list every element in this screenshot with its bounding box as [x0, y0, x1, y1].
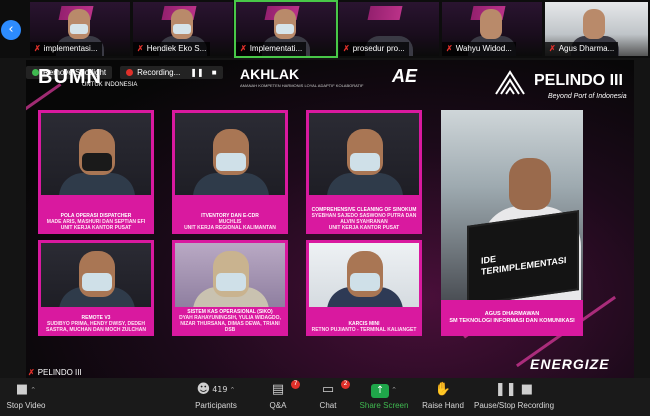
featured-innovator-photo: IDE TERIMPLEMENTASI: [441, 110, 583, 300]
participant-thumbnail[interactable]: ✗ prosedur pro...: [339, 2, 439, 56]
share-screen-icon: ↑: [371, 384, 390, 398]
raise-hand-button[interactable]: ✋ Raise Hand: [420, 382, 466, 410]
participant-name: ✗ Hendiek Eko S...: [133, 42, 211, 56]
featured-caption: AGUS DHARMAWAN SM TEKNOLOGI INFORMASI DA…: [441, 300, 583, 336]
idea-board: IDE TERIMPLEMENTASI: [467, 210, 579, 300]
participants-button[interactable]: ☻ 419 ⌃ Participants: [188, 382, 244, 410]
bumn-tagline: UNTUK INDONESIA: [82, 82, 138, 88]
participant-thumbnail[interactable]: ✗ implementasi...: [30, 2, 130, 56]
innovation-card: KARCIS MINI RETNO PUJIANTO - TERMINAL KA…: [306, 240, 422, 336]
innovation-card: REMOTE V3 SUDIBYO PRIMA, HENDY DWISY, DE…: [38, 240, 154, 336]
energize-text: ENERGIZE: [530, 356, 610, 372]
chat-badge: 2: [341, 380, 350, 389]
participants-icon: ☻ 419 ⌃: [196, 382, 236, 397]
qa-icon: ▤ 7: [262, 380, 300, 398]
share-screen-button[interactable]: ↑ ⌃ Share Screen: [358, 382, 410, 410]
innovation-card: SISTEM KAS OPERASIONAL (SIKO) DYAH RAHAY…: [172, 240, 288, 336]
participant-name: ✗ Wahyu Widod...: [442, 42, 516, 56]
raise-hand-icon: ✋: [434, 382, 452, 397]
qa-button[interactable]: ▤ 7 Q&A: [262, 380, 300, 410]
mic-muted-icon: ✗: [137, 44, 144, 53]
innovation-card: COMPREHENSIVE CLEANING OF SINOKUM SYEBHA…: [306, 110, 422, 234]
innovation-card: ITVENTORY DAN E-CDR MUCHLIS UNIT KERJA R…: [172, 110, 288, 234]
qa-badge: 7: [291, 380, 300, 389]
chevron-up-icon[interactable]: ⌃: [391, 386, 397, 394]
stop-video-button[interactable]: ■ ⌃ Stop Video: [4, 382, 48, 410]
pause-stop-icon: ❚❚ ■: [494, 382, 534, 397]
meeting-toolbar: ■ ⌃ Stop Video ☻ 419 ⌃ Participants ▤ 7 Q&A …: [0, 378, 650, 416]
pause-stop-recording-button[interactable]: ❚❚ ■ Pause/Stop Recording: [474, 382, 554, 410]
recording-indicator[interactable]: Recording... ❚❚ ■: [120, 65, 223, 79]
mic-muted-icon: ✗: [549, 44, 556, 53]
participant-thumbnail[interactable]: ✗ Agus Dharma...: [545, 2, 648, 56]
participant-thumbnail[interactable]: ✗ Wahyu Widod...: [442, 2, 542, 56]
chat-button[interactable]: ▭ 2 Chat: [312, 380, 350, 410]
zoom-meeting-window: ‹ ✗ implementasi... ✗ Hendiek Eko S... ✗ Im…: [0, 0, 650, 416]
pelindo-mark-icon: [495, 70, 525, 95]
akhlak-tagline: AMANAH KOMPETEN HARMONIS LOYAL ADAPTIF K…: [240, 83, 364, 88]
mic-muted-icon: ✗: [34, 44, 41, 53]
participant-name: ✗ prosedur pro...: [339, 42, 409, 56]
chevron-up-icon[interactable]: ⌃: [30, 386, 36, 394]
innovation-card: POLA OPERASI DISPATCHER MADE ARIS, MASHU…: [38, 110, 154, 234]
akhlak-logo: AKHLAK: [240, 66, 300, 82]
pause-icon[interactable]: ❚❚: [190, 68, 203, 77]
pelindo-tagline: Beyond Port of Indonesia: [548, 93, 627, 100]
chevron-left-icon[interactable]: ‹: [1, 20, 21, 40]
record-icon: [126, 68, 134, 76]
pelindo-logo: PELINDO III: [534, 72, 623, 89]
stop-icon[interactable]: ■: [212, 68, 217, 77]
ae-logo: AE: [392, 66, 418, 86]
mic-muted-icon: ✗: [446, 44, 453, 53]
mic-muted-icon: ✗: [28, 368, 35, 377]
participant-thumbnail[interactable]: ✗ Implementati...: [234, 0, 338, 58]
participant-name: ✗ Agus Dharma...: [545, 42, 619, 56]
mic-muted-icon: ✗: [240, 44, 247, 53]
participant-thumbnail[interactable]: ✗ Hendiek Eko S...: [133, 2, 233, 56]
participant-strip: ‹ ✗ implementasi... ✗ Hendiek Eko S... ✗ Im…: [0, 0, 650, 58]
chevron-up-icon[interactable]: ⌃: [229, 386, 235, 394]
participant-name: ✗ Implementati...: [236, 42, 307, 56]
chat-icon: ▭ 2: [312, 380, 350, 398]
mic-muted-icon: ✗: [343, 44, 350, 53]
sharer-name-label: ✗ PELINDO III: [28, 368, 82, 377]
participant-name: ✗ implementasi...: [30, 42, 102, 56]
video-camera-icon: ■ ⌃: [15, 382, 37, 397]
